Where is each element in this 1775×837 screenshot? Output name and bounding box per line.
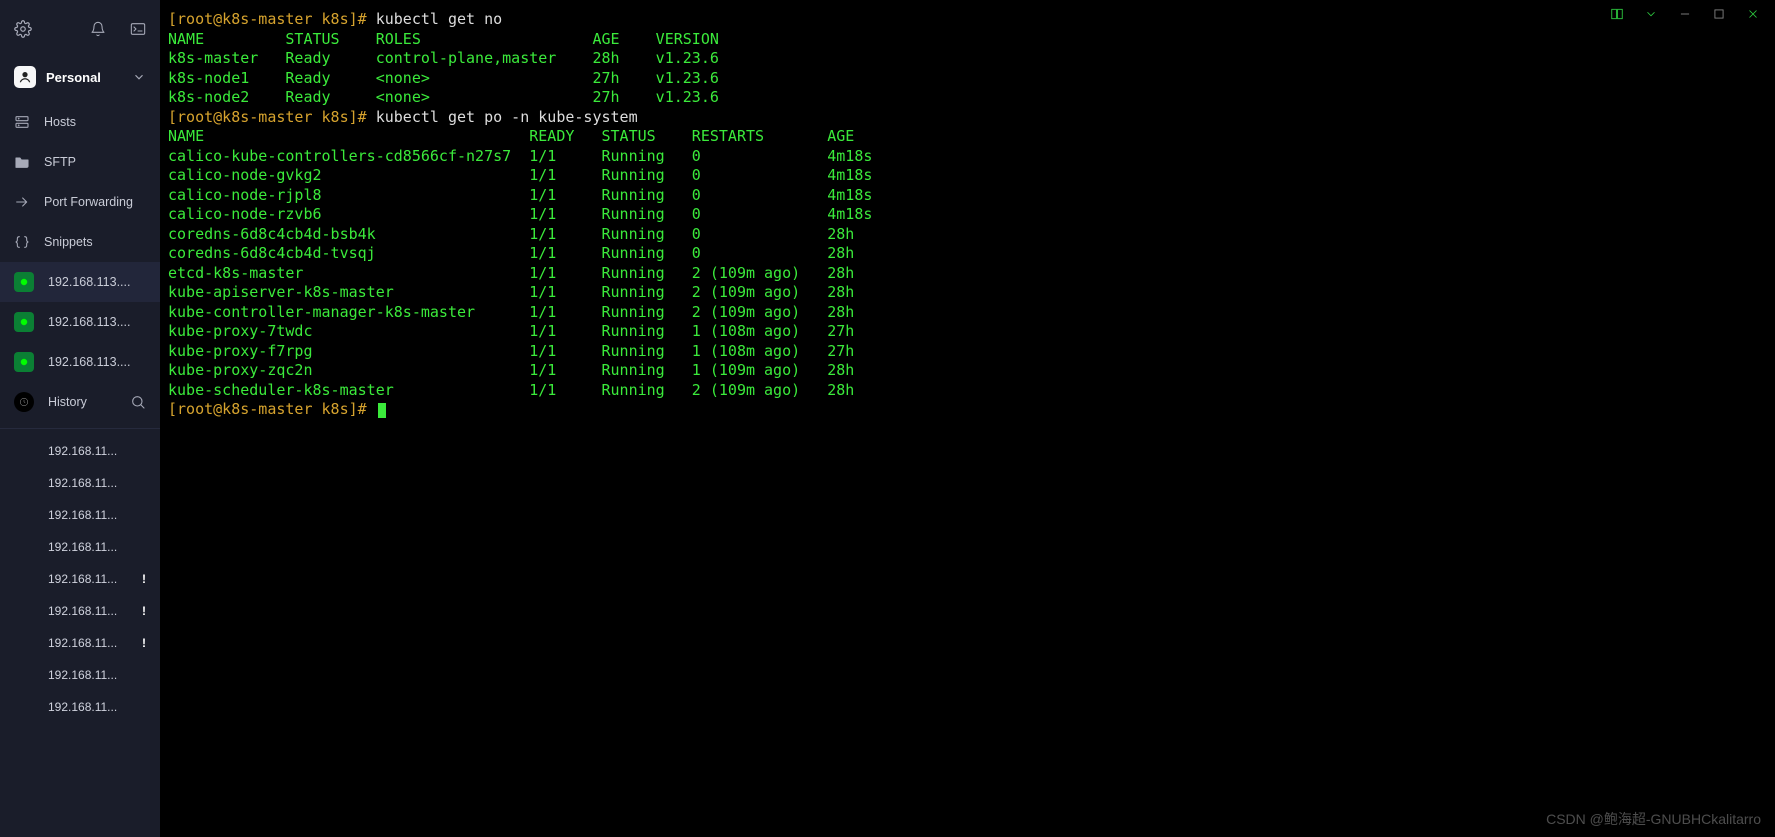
history-item[interactable]: 192.168.11...	[0, 659, 160, 691]
status-dot-icon	[14, 312, 34, 332]
nav-port-forwarding[interactable]: Port Forwarding	[0, 182, 160, 222]
warning-icon: !	[142, 604, 146, 618]
nav-history[interactable]: History	[0, 382, 160, 422]
history-item[interactable]: 192.168.11...	[0, 691, 160, 723]
window-controls	[1595, 0, 1775, 28]
watermark: CSDN @鲍海超-GNUBHCkalitarro	[1546, 809, 1761, 829]
sidebar: Personal Hosts SFTP Port Forwarding Snip…	[0, 0, 160, 837]
maximize-icon[interactable]	[1707, 2, 1731, 26]
avatar	[14, 66, 36, 88]
history-item[interactable]: 192.168.11...!	[0, 627, 160, 659]
minimize-icon[interactable]	[1673, 2, 1697, 26]
warning-icon: !	[142, 572, 146, 586]
nav-label: Hosts	[44, 115, 76, 129]
folder-icon	[14, 154, 30, 170]
close-icon[interactable]	[1741, 2, 1765, 26]
session-label: 192.168.113....	[48, 315, 130, 329]
terminal-icon[interactable]	[130, 21, 146, 37]
chevron-down-icon	[132, 70, 146, 84]
history-item[interactable]: 192.168.11...	[0, 531, 160, 563]
history-item[interactable]: 192.168.11...!	[0, 595, 160, 627]
status-dot-icon	[14, 272, 34, 292]
terminal-pane[interactable]: [root@k8s-master k8s]# kubectl get no NA…	[160, 0, 1775, 837]
split-icon[interactable]	[1605, 2, 1629, 26]
warning-icon: !	[142, 636, 146, 650]
sidebar-session[interactable]: 192.168.113....	[0, 302, 160, 342]
history-item[interactable]: 192.168.11...	[0, 499, 160, 531]
history-list: 192.168.11...192.168.11...192.168.11...1…	[0, 435, 160, 723]
history-item[interactable]: 192.168.11...!	[0, 563, 160, 595]
server-icon	[14, 114, 30, 130]
history-item[interactable]: 192.168.11...	[0, 467, 160, 499]
nav-label: Snippets	[44, 235, 93, 249]
search-icon[interactable]	[130, 394, 146, 410]
chevron-down-icon[interactable]	[1639, 2, 1663, 26]
braces-icon	[14, 234, 30, 250]
sidebar-session[interactable]: 192.168.113....	[0, 342, 160, 382]
nav-snippets[interactable]: Snippets	[0, 222, 160, 262]
nav-label: Port Forwarding	[44, 195, 133, 209]
account-selector[interactable]: Personal	[0, 58, 160, 96]
divider	[0, 428, 160, 429]
terminal-output: [root@k8s-master k8s]# kubectl get no NA…	[168, 6, 1767, 420]
nav-label: SFTP	[44, 155, 76, 169]
history-item[interactable]: 192.168.11...	[0, 435, 160, 467]
sidebar-toolbar	[0, 0, 160, 58]
nav-list: Hosts SFTP Port Forwarding Snippets 192.…	[0, 96, 160, 723]
clock-icon	[14, 392, 34, 412]
status-dot-icon	[14, 352, 34, 372]
sidebar-session-active[interactable]: 192.168.113....	[0, 262, 160, 302]
nav-hosts[interactable]: Hosts	[0, 102, 160, 142]
session-label: 192.168.113....	[48, 275, 130, 289]
gear-icon[interactable]	[14, 20, 32, 38]
nav-sftp[interactable]: SFTP	[0, 142, 160, 182]
arrow-right-icon	[14, 194, 30, 210]
bell-icon[interactable]	[90, 21, 106, 37]
session-label: 192.168.113....	[48, 355, 130, 369]
account-label: Personal	[46, 70, 122, 85]
nav-label: History	[48, 395, 87, 409]
